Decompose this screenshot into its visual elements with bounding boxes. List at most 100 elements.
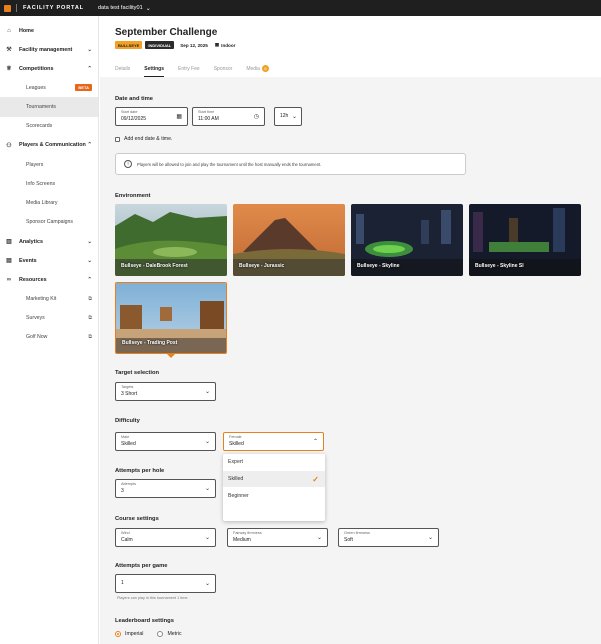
start-time-field[interactable]: Start time 11:00 AM ◷ <box>192 107 265 126</box>
chevron-down-icon: ⌄ <box>87 238 92 245</box>
dropdown-option-expert[interactable]: Expert <box>223 454 325 471</box>
sidebar-item-tournaments[interactable]: Tournaments <box>0 97 98 117</box>
sidebar-item-label: Marketing Kit <box>26 295 57 302</box>
sidebar-item-players-communication[interactable]: ⚇ Players & Communication ⌃ <box>0 136 98 155</box>
environment-card-trading-post[interactable]: Bullseye - Trading Post <box>115 282 227 354</box>
attempts-per-hole-select[interactable]: Attempts 3 ⌄ <box>115 479 216 498</box>
wind-label: Wind <box>121 531 130 535</box>
metric-label: Metric <box>167 631 182 637</box>
logo-icon <box>4 4 11 12</box>
tab-details[interactable]: Details <box>115 64 130 77</box>
checkmark-icon: ✓ <box>312 474 319 484</box>
tournament-meta: BULLSEYE INDIVIDUAL Sep 12, 2025 ▦ Indoo… <box>115 41 235 49</box>
chevron-down-icon: ⌄ <box>204 389 210 395</box>
tab-media[interactable]: Media 6 <box>246 64 269 77</box>
sidebar-item-media-library[interactable]: Media Library <box>0 193 98 212</box>
sidebar-item-scorecards[interactable]: Scorecards <box>0 117 98 136</box>
target-selection-heading: Target selection <box>115 370 160 376</box>
chevron-down-icon: ⌄ <box>204 535 210 541</box>
sidebar-item-players[interactable]: Players <box>0 155 98 174</box>
beta-badge: BETA <box>75 84 92 92</box>
environment-card-skyline-si[interactable]: Bullseye - Skyline SI <box>469 204 581 276</box>
chevron-up-icon: ⌃ <box>87 65 92 72</box>
attempts-per-game-select[interactable]: 1 ⌄ <box>115 574 216 593</box>
calendar-icon[interactable]: ▦ <box>176 113 182 120</box>
metric-radio[interactable] <box>157 631 164 637</box>
clock-format-select[interactable]: 12h ⌄ <box>274 107 302 126</box>
users-icon: ⚇ <box>6 142 12 149</box>
chevron-down-icon: ⌄ <box>291 114 297 120</box>
chevron-down-icon: ⌄ <box>145 5 151 12</box>
sidebar-item-surveys[interactable]: Surveys ⧉ <box>0 308 98 327</box>
tournament-location: ▦ Indoor <box>215 42 236 48</box>
tab-entry-fee[interactable]: Entry Fee <box>178 64 200 77</box>
fairway-firmness-select[interactable]: Fairway firmness Medium ⌄ <box>227 528 328 547</box>
building-icon: ▦ <box>214 42 220 47</box>
selected-pointer-icon <box>167 354 175 358</box>
info-text: Players will be allowed to join and play… <box>137 161 322 167</box>
sidebar-item-leagues[interactable]: Leagues BETA <box>0 78 98 97</box>
external-link-icon: ⧉ <box>88 334 92 341</box>
targets-value: 3 Short <box>121 391 138 397</box>
chevron-down-icon: ⌄ <box>204 439 210 445</box>
attempts-game-value: 1 <box>121 580 124 586</box>
sidebar-item-label: Tournaments <box>26 103 56 110</box>
clock-format-value: 12h <box>280 113 289 119</box>
sidebar-item-analytics[interactable]: ▥ Analytics ⌄ <box>0 232 98 251</box>
sidebar-item-events[interactable]: ▤ Events ⌄ <box>0 251 98 270</box>
chevron-up-icon: ⌃ <box>87 142 92 149</box>
sidebar-item-label: Leagues <box>26 84 46 91</box>
facility-selector[interactable]: data test facility01 ⌄ <box>98 5 151 12</box>
add-end-date-checkbox[interactable] <box>115 136 120 142</box>
sidebar-item-label: Surveys <box>26 315 45 322</box>
fairway-value: Medium <box>233 537 251 543</box>
sidebar-item-sponsor-campaigns[interactable]: Sponsor Campaigns <box>0 213 98 232</box>
clock-icon[interactable]: ◷ <box>254 113 259 120</box>
environment-card-dalebrook[interactable]: Bullseye - DaleBrook Forest <box>115 204 227 276</box>
tab-media-label: Media <box>246 66 260 72</box>
chevron-up-icon: ⌃ <box>87 276 92 283</box>
dropdown-option-skilled[interactable]: Skilled ✓ <box>223 470 325 488</box>
external-link-icon: ⧉ <box>88 315 92 322</box>
sidebar-item-label: Golf Now <box>26 334 48 341</box>
info-icon: i <box>124 160 132 168</box>
chevron-down-icon: ⌄ <box>87 257 92 264</box>
imperial-radio[interactable] <box>115 631 121 637</box>
environment-name: Bullseye - Skyline SI <box>475 263 524 269</box>
sidebar-item-marketing-kit[interactable]: Marketing Kit ⧉ <box>0 289 98 308</box>
sidebar-item-label: Home <box>19 27 34 34</box>
attempts-per-hole-heading: Attempts per hole <box>115 468 165 474</box>
targets-select[interactable]: Targets 3 Short ⌄ <box>115 382 216 401</box>
page-title: September Challenge <box>115 27 218 38</box>
sidebar-item-competitions[interactable]: ♕ Competitions ⌃ <box>0 59 98 78</box>
sidebar-item-home[interactable]: ⌂ Home <box>0 21 98 40</box>
option-label: Skilled <box>228 476 244 483</box>
tab-sponsor[interactable]: Sponsor <box>214 64 233 77</box>
wind-select[interactable]: Wind Calm ⌄ <box>115 528 216 547</box>
chevron-down-icon: ⌄ <box>427 535 433 541</box>
sidebar-item-info-screens[interactable]: Info Screens <box>0 174 98 193</box>
female-difficulty-select[interactable]: Female Skilled ⌃ <box>223 432 324 451</box>
male-label: Male <box>121 435 130 439</box>
environment-card-skyline[interactable]: Bullseye - Skyline <box>351 204 463 276</box>
sidebar-item-facility-management[interactable]: ⚒ Facility management ⌄ <box>0 40 98 59</box>
sidebar-item-resources[interactable]: ∞ Resources ⌃ <box>0 270 98 289</box>
tab-settings[interactable]: Settings <box>144 64 165 77</box>
difficulty-heading: Difficulty <box>115 418 140 424</box>
green-firmness-select[interactable]: Green firmness Soft ⌄ <box>338 528 439 547</box>
sidebar-item-label: Facility management <box>19 46 73 53</box>
fairway-label: Fairway firmness <box>233 531 262 535</box>
sidebar-item-golf-now[interactable]: Golf Now ⧉ <box>0 328 98 347</box>
environment-heading: Environment <box>115 193 151 199</box>
add-end-date-checkbox-row[interactable]: Add end date & time. <box>115 136 172 142</box>
bar-chart-icon: ▥ <box>6 239 12 246</box>
link-icon: ∞ <box>6 276 12 283</box>
dropdown-option-beginner[interactable]: Beginner <box>223 487 325 504</box>
wind-value: Calm <box>121 537 133 543</box>
male-difficulty-select[interactable]: Male Skilled ⌄ <box>115 432 216 451</box>
female-value: Skilled <box>229 441 244 447</box>
media-count-badge: 6 <box>261 65 269 72</box>
start-date-field[interactable]: Start date 09/12/2025 ▦ <box>115 107 188 126</box>
environment-card-jurassic[interactable]: Bullseye - Jurassic <box>233 204 345 276</box>
imperial-label: Imperial <box>125 631 144 637</box>
